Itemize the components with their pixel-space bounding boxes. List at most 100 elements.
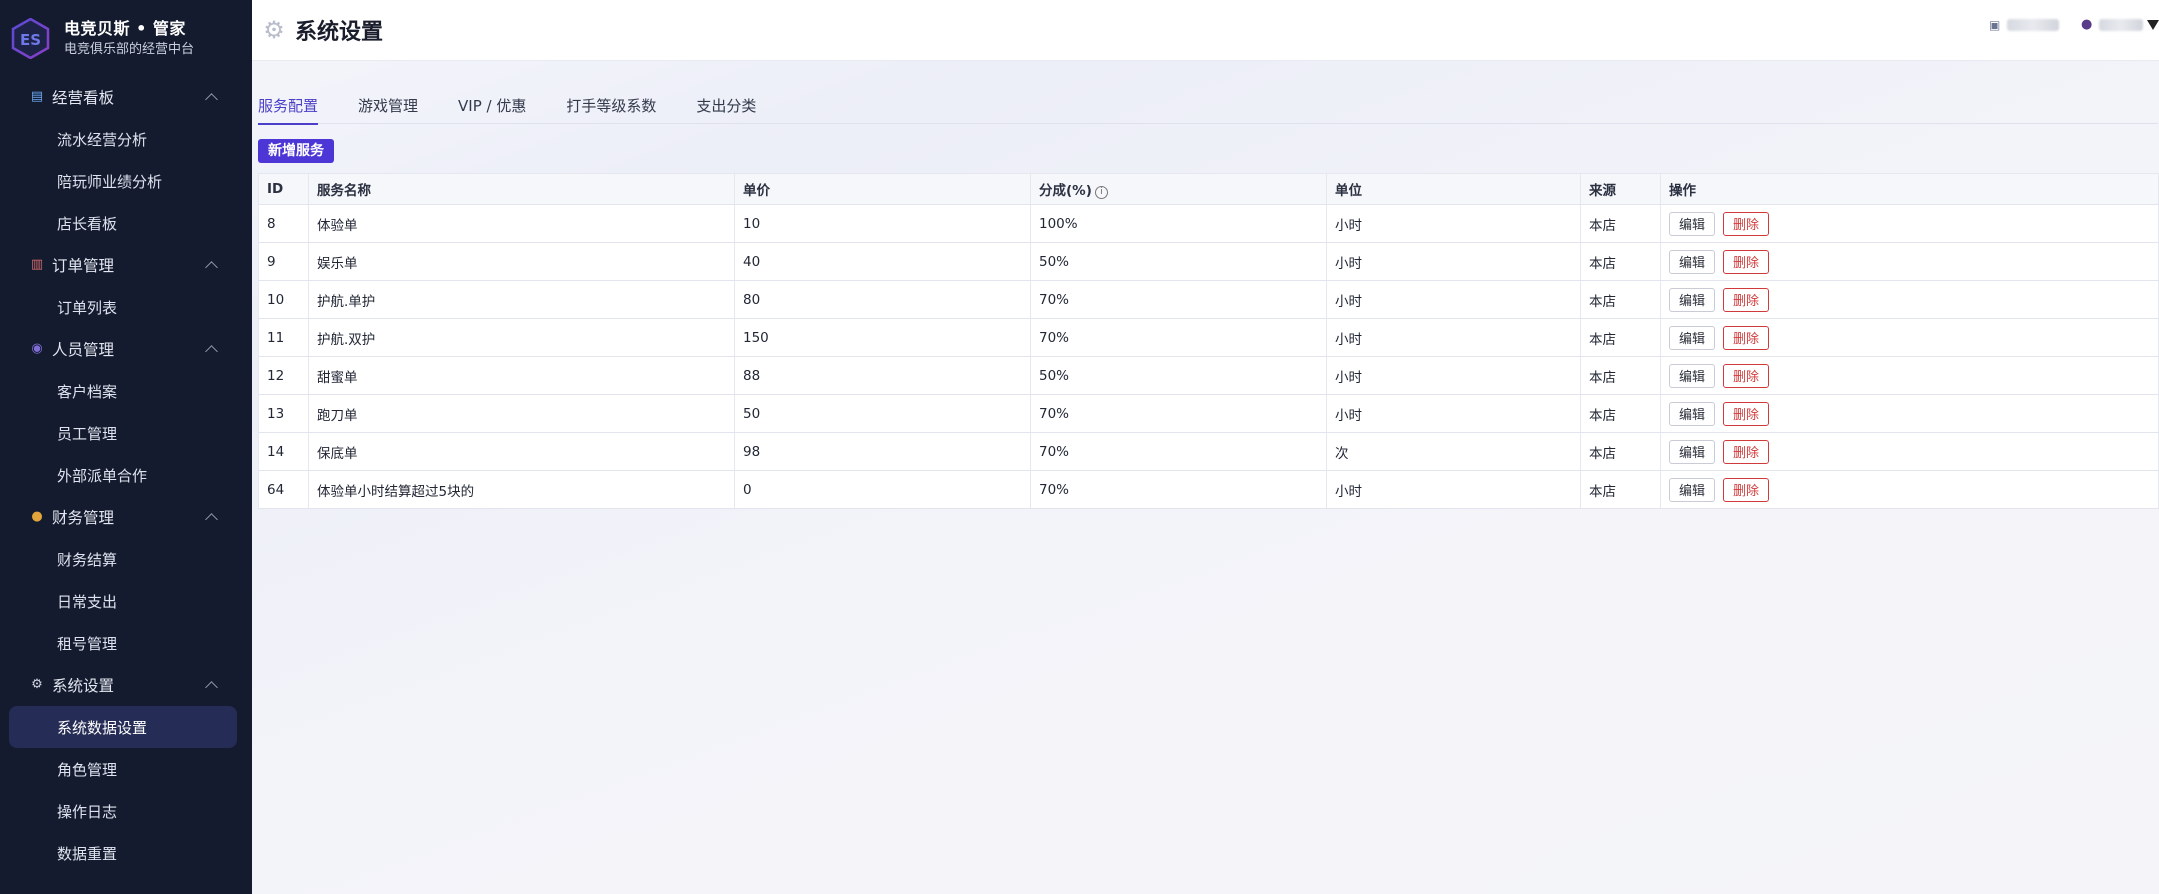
sidebar-item[interactable]: 操作日志 bbox=[0, 790, 252, 832]
store-switcher[interactable]: ▣ bbox=[1989, 18, 2059, 32]
cell-share: 50% bbox=[1030, 242, 1327, 281]
user-icon: ● bbox=[2081, 17, 2093, 32]
top-bar: ⚙ 系统设置 ▣ ● bbox=[252, 0, 2159, 61]
cell-price: 88 bbox=[734, 356, 1031, 395]
tab-4[interactable]: 支出分类 bbox=[696, 93, 756, 124]
cell-actions: 编辑 删除 bbox=[1660, 242, 2159, 281]
cell-id: 13 bbox=[258, 394, 309, 433]
sidebar-item[interactable]: 角色管理 bbox=[0, 748, 252, 790]
edit-button[interactable]: 编辑 bbox=[1669, 363, 1716, 388]
delete-button[interactable]: 删除 bbox=[1723, 363, 1770, 388]
tab-0[interactable]: 服务配置 bbox=[258, 93, 319, 125]
add-service-button[interactable]: 新增服务 bbox=[258, 139, 334, 163]
sidebar-item[interactable]: 租号管理 bbox=[0, 622, 252, 664]
edit-button[interactable]: 编辑 bbox=[1669, 287, 1716, 312]
table-header-row: ID 服务名称 单价 分成(%) i 单位 来源 操作 bbox=[258, 173, 2159, 205]
cell-share: 70% bbox=[1030, 280, 1327, 319]
col-name: 服务名称 bbox=[308, 173, 735, 205]
cell-source: 本店 bbox=[1580, 242, 1661, 281]
cell-unit: 小时 bbox=[1326, 280, 1581, 319]
chevron-up-icon[interactable] bbox=[205, 681, 218, 694]
cell-actions: 编辑 删除 bbox=[1660, 318, 2159, 357]
sidebar-item[interactable]: 员工管理 bbox=[0, 412, 252, 454]
edit-button[interactable]: 编辑 bbox=[1669, 325, 1716, 350]
delete-button[interactable]: 删除 bbox=[1723, 287, 1770, 312]
sidebar-item[interactable]: 订单列表 bbox=[0, 286, 252, 328]
cell-price: 98 bbox=[734, 432, 1031, 471]
cell-price: 40 bbox=[734, 242, 1031, 281]
chevron-up-icon[interactable] bbox=[205, 93, 218, 106]
cell-unit: 小时 bbox=[1326, 318, 1581, 357]
table-row: 14 保底单 98 70% 次本店 编辑 删除 bbox=[258, 432, 2159, 471]
sidebar-group-4[interactable]: ⚙ 系统设置 bbox=[0, 664, 252, 706]
delete-button[interactable]: 删除 bbox=[1723, 249, 1770, 274]
caret-down-icon[interactable] bbox=[2147, 20, 2159, 30]
sidebar-item[interactable]: 数据重置 bbox=[0, 832, 252, 874]
cell-price: 10 bbox=[734, 204, 1031, 243]
table-row: 10 护航.单护 80 70% 小时 本店 编辑 删除 bbox=[258, 280, 2159, 319]
sidebar-group-label: 订单管理 bbox=[52, 257, 115, 275]
sidebar-item[interactable]: 财务结算 bbox=[0, 538, 252, 580]
cell-unit: 小时 bbox=[1326, 356, 1581, 395]
sidebar-item[interactable]: 陪玩师业绩分析 bbox=[0, 160, 252, 202]
tab-3[interactable]: 打手等级系数 bbox=[566, 93, 656, 124]
sidebar-item[interactable]: 系统数据设置 bbox=[9, 706, 237, 748]
svg-text:ES: ES bbox=[20, 31, 41, 49]
cell-name: 娱乐单 bbox=[308, 242, 735, 281]
gear-icon: ⚙ bbox=[31, 677, 43, 692]
edit-button[interactable]: 编辑 bbox=[1669, 401, 1716, 426]
table-row: 9 娱乐单 40 50% 小时 本店 编辑 删除 bbox=[258, 242, 2159, 281]
cell-name: 跑刀单 bbox=[308, 394, 735, 433]
cell-share: 100% bbox=[1030, 204, 1327, 243]
edit-button[interactable]: 编辑 bbox=[1669, 477, 1716, 502]
table-row: 11 护航.双护 150 70% 小时 本店 编辑 删除 bbox=[258, 318, 2159, 357]
cell-source: 本店 bbox=[1580, 470, 1661, 509]
delete-button[interactable]: 删除 bbox=[1723, 439, 1770, 464]
sidebar-item[interactable]: 流水经营分析 bbox=[0, 118, 252, 160]
sidebar-group-0[interactable]: ▤ 经营看板 bbox=[0, 76, 252, 118]
tab-1[interactable]: 游戏管理 bbox=[358, 93, 418, 124]
tab-2[interactable]: VIP / 优惠 bbox=[458, 93, 526, 124]
edit-button[interactable]: 编辑 bbox=[1669, 249, 1716, 274]
cell-source: 本店 bbox=[1580, 432, 1661, 471]
user-menu[interactable]: ● bbox=[2081, 18, 2159, 32]
main-content: ⚙ 系统设置 ▣ ● 服务配置 游戏管理 VIP / 优惠 打手等级系数 支出分类 新增… bbox=[252, 0, 2159, 894]
cell-price: 0 bbox=[734, 470, 1031, 509]
sidebar-item[interactable]: 客户档案 bbox=[0, 370, 252, 412]
delete-button[interactable]: 删除 bbox=[1723, 401, 1770, 426]
chevron-up-icon[interactable] bbox=[205, 261, 218, 274]
cell-actions: 编辑 删除 bbox=[1660, 204, 2159, 243]
delete-button[interactable]: 删除 bbox=[1723, 477, 1770, 502]
cell-unit: 小时 bbox=[1326, 204, 1581, 243]
sidebar-item[interactable]: 日常支出 bbox=[0, 580, 252, 622]
brand: ES 电竞贝斯 • 管家 电竞俱乐部的经营中台 bbox=[0, 0, 252, 76]
sidebar: ES 电竞贝斯 • 管家 电竞俱乐部的经营中台 ▤ 经营看板 流水经营分析 陪玩师业绩… bbox=[0, 0, 252, 894]
edit-button[interactable]: 编辑 bbox=[1669, 439, 1716, 464]
edit-button[interactable]: 编辑 bbox=[1669, 211, 1716, 236]
sidebar-group-1[interactable]: ▥ 订单管理 bbox=[0, 244, 252, 286]
cell-share: 70% bbox=[1030, 394, 1327, 433]
cell-share: 70% bbox=[1030, 432, 1327, 471]
cell-source: 本店 bbox=[1580, 318, 1661, 357]
cell-name: 体验单 bbox=[308, 204, 735, 243]
sidebar-item[interactable]: 外部派单合作 bbox=[0, 454, 252, 496]
sidebar-group-label: 财务管理 bbox=[52, 509, 115, 527]
page-title: 系统设置 bbox=[295, 20, 384, 45]
cell-name: 护航.单护 bbox=[308, 280, 735, 319]
service-table: ID 服务名称 单价 分成(%) i 单位 来源 操作 8 体验单 10 100% 小时本… bbox=[258, 173, 2159, 509]
delete-button[interactable]: 删除 bbox=[1723, 211, 1770, 236]
cell-actions: 编辑 删除 bbox=[1660, 394, 2159, 433]
sidebar-group-label: 人员管理 bbox=[52, 341, 115, 359]
sidebar-group-3[interactable]: ● 财务管理 bbox=[0, 496, 252, 538]
cell-share: 70% bbox=[1030, 318, 1327, 357]
sidebar-item[interactable]: 店长看板 bbox=[0, 202, 252, 244]
chevron-up-icon[interactable] bbox=[205, 345, 218, 358]
store-icon: ▣ bbox=[1989, 18, 2001, 32]
cell-source: 本店 bbox=[1580, 280, 1661, 319]
sidebar-group-2[interactable]: ◉ 人员管理 bbox=[0, 328, 252, 370]
store-name-blurred bbox=[2007, 19, 2059, 31]
info-icon[interactable]: i bbox=[1094, 186, 1108, 199]
delete-button[interactable]: 删除 bbox=[1723, 325, 1770, 350]
sidebar-group-label: 系统设置 bbox=[52, 677, 115, 695]
chevron-up-icon[interactable] bbox=[205, 513, 218, 526]
